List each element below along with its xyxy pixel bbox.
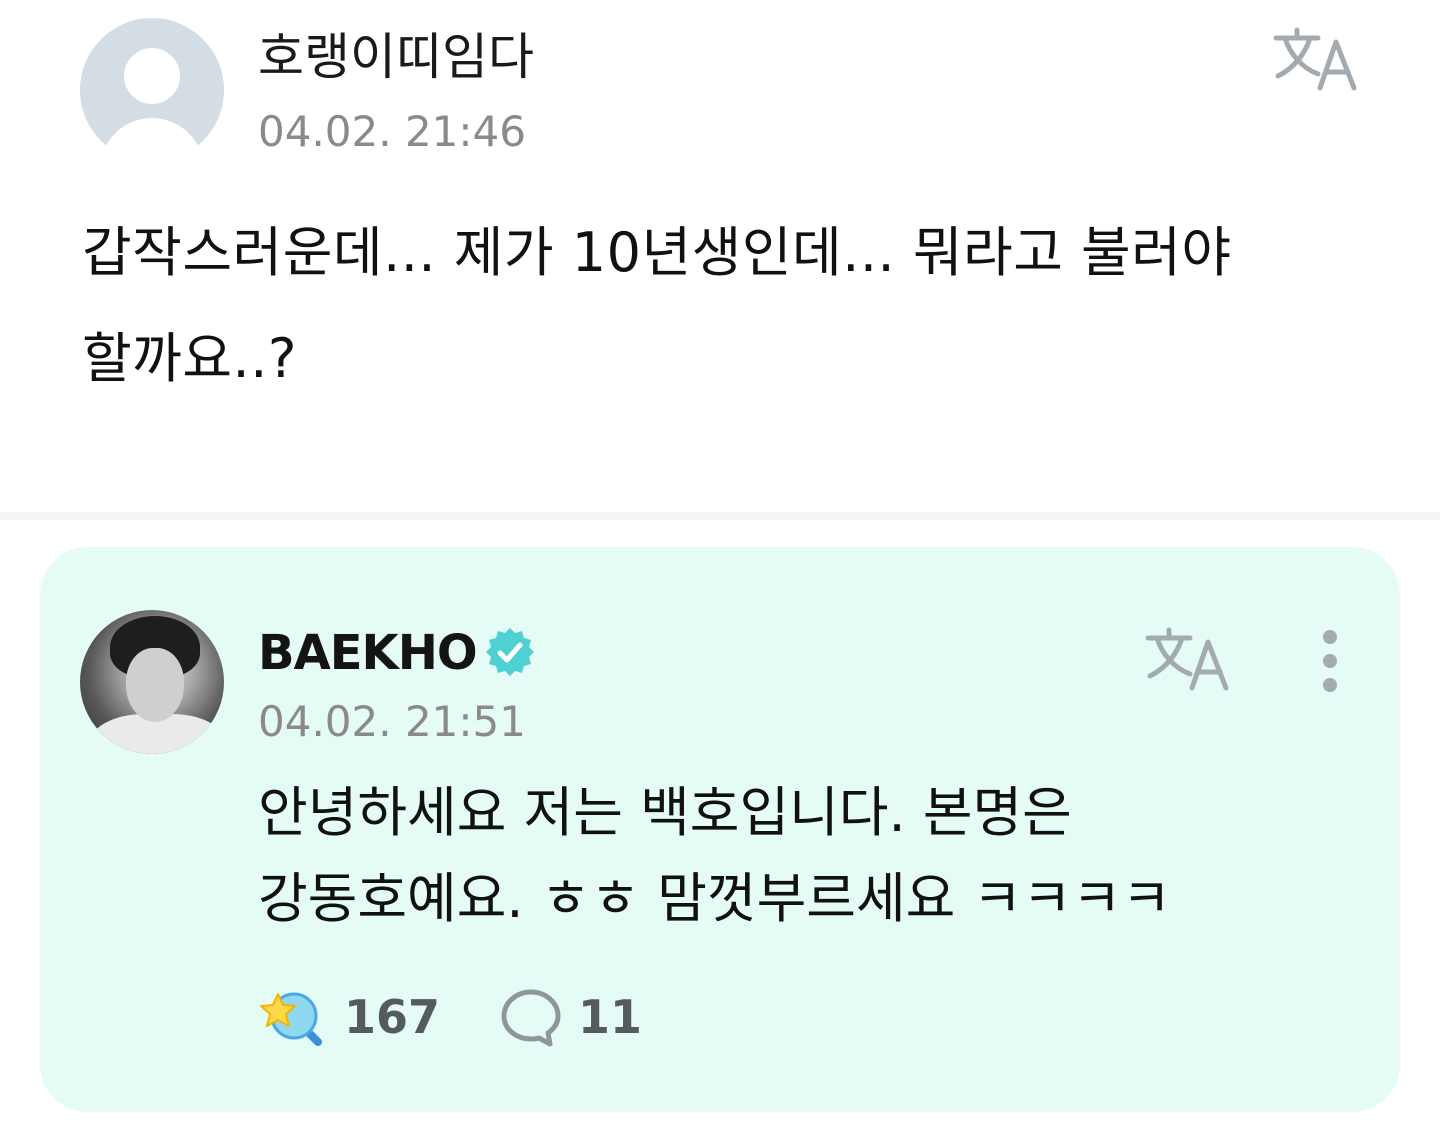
section-divider — [0, 512, 1440, 520]
comment-bubble-icon — [501, 989, 561, 1047]
artist-name[interactable]: BAEKHO — [258, 620, 478, 686]
more-dot — [1323, 654, 1337, 668]
artist-avatar[interactable] — [80, 610, 224, 754]
more-dot — [1323, 630, 1337, 644]
more-dot — [1323, 678, 1337, 692]
answer-timestamp: 04.02. 21:51 — [258, 697, 526, 746]
comment-count: 11 — [578, 990, 643, 1044]
star-lightstick-reaction-icon — [260, 992, 322, 1046]
reaction-count: 167 — [344, 990, 441, 1044]
question-text-line: 할까요..? — [82, 327, 298, 390]
reaction-button[interactable]: 167 — [258, 982, 440, 1052]
avatar-body-shape — [100, 118, 204, 162]
question-text-line: 갑작스러운데... 제가 10년생인데... 뭐라고 불러야 — [82, 221, 1232, 284]
question-author-name[interactable]: 호랭이띠임다 — [258, 22, 534, 92]
avatar-head-shape — [124, 48, 180, 104]
answer-text-line: 안녕하세요 저는 백호입니다. 본명은 — [258, 781, 1072, 844]
comment-button[interactable]: 11 — [498, 982, 642, 1052]
translate-icon[interactable] — [1144, 624, 1234, 694]
question-timestamp: 04.02. 21:46 — [258, 107, 526, 156]
answer-text-line: 강동호예요. ㅎㅎ 맘껏부르세요 ㅋㅋㅋㅋ — [258, 867, 1172, 930]
answer-text: 안녕하세요 저는 백호입니다. 본명은 강동호예요. ㅎㅎ 맘껏부르세요 ㅋㅋㅋ… — [258, 770, 1318, 942]
translate-icon[interactable] — [1272, 24, 1362, 94]
verified-badge-icon — [486, 628, 534, 676]
comment-thread: 호랭이띠임다 04.02. 21:46 갑작스러운데... 제가 10년생인데.… — [0, 0, 1440, 1136]
avatar-face-shape — [126, 648, 184, 722]
more-options-icon[interactable] — [1306, 626, 1354, 696]
default-avatar[interactable] — [80, 18, 224, 162]
question-text: 갑작스러운데... 제가 10년생인데... 뭐라고 불러야 할까요..? — [82, 200, 1372, 412]
